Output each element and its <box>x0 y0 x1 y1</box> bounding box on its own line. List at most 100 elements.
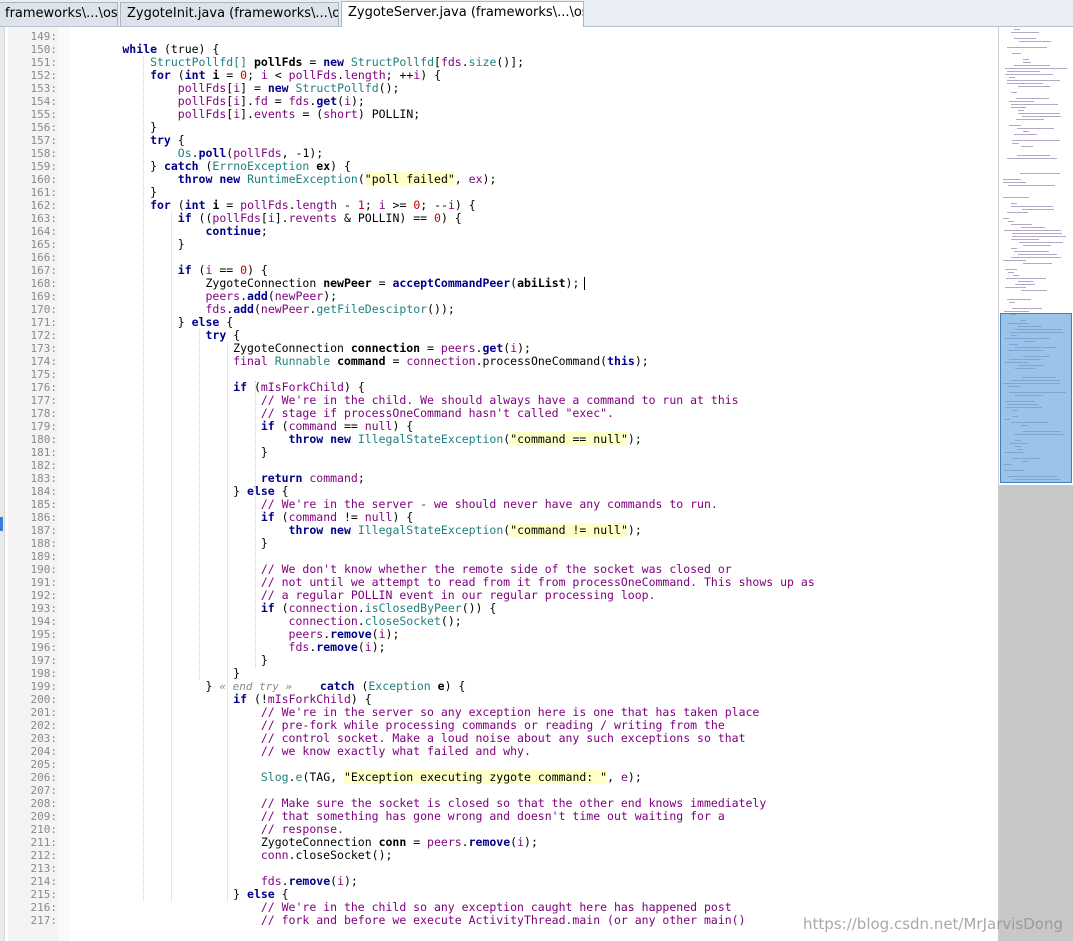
code-token: = <box>420 341 441 355</box>
code-line[interactable]: 165: } <box>0 238 998 252</box>
code-token: , <box>454 172 469 186</box>
line-number: 200: <box>30 693 58 706</box>
code-token: newPeer <box>260 302 310 316</box>
tab-os-file[interactable]: frameworks\...\os) <box>0 2 118 26</box>
code-token: throw <box>67 432 324 446</box>
editor-tab-bar: frameworks\...\os) ZygoteInit.java (fram… <box>0 0 1073 27</box>
minimap-viewport[interactable] <box>1000 313 1072 483</box>
code-token: , <box>607 770 621 784</box>
minimap-line <box>1003 179 1021 180</box>
code-line[interactable]: 181: } <box>0 445 998 460</box>
minimap-line <box>1012 53 1021 54</box>
minimap-line <box>1009 77 1015 78</box>
code-token: (); <box>440 614 462 628</box>
line-number: 182: <box>30 459 58 472</box>
line-number: 153: <box>30 82 58 95</box>
code-token: try <box>67 133 171 147</box>
code-token: int <box>184 68 206 82</box>
line-number: 171: <box>30 316 58 329</box>
tab-zygoteserver[interactable]: ZygoteServer.java (frameworks\...\os)× <box>341 1 584 27</box>
code-token: i <box>378 627 386 641</box>
line-number: 211: <box>30 836 58 849</box>
code-token: new <box>267 81 289 95</box>
code-token: this <box>607 354 635 368</box>
code-token: } <box>67 887 248 901</box>
code-token: catch <box>163 159 199 173</box>
code-token: "command != null" <box>510 523 628 537</box>
code-token: { <box>226 328 241 342</box>
code-token: = <box>302 55 324 69</box>
code-token: pollFds <box>67 81 227 95</box>
minimap-line <box>1021 227 1045 228</box>
tab-label: ZygoteServer.java (frameworks\...\os) <box>348 5 584 20</box>
code-token: RuntimeException <box>247 172 358 186</box>
code-token: else <box>247 484 275 498</box>
minimap-line <box>1023 263 1052 264</box>
code-line[interactable]: 188: } <box>0 537 998 551</box>
minimap-line <box>1004 230 1061 231</box>
code-token: = <box>219 198 241 212</box>
code-token: add <box>247 289 268 303</box>
code-line[interactable]: 212: conn.closeSocket(); <box>0 849 998 863</box>
code-token: events <box>253 107 296 121</box>
line-number: 217: <box>30 914 58 927</box>
minimap-line <box>1008 185 1055 186</box>
code-token: if <box>67 263 192 277</box>
code-token: while <box>67 42 158 56</box>
code-token: ErrnoException <box>212 159 310 173</box>
tab-zygoteinit[interactable]: ZygoteInit.java (frameworks\...\os) <box>120 2 339 26</box>
line-number: 205: <box>30 758 58 771</box>
line-number: 166: <box>30 251 58 264</box>
code-token: ; <box>364 198 379 212</box>
minimap-line <box>1022 116 1061 117</box>
line-number: 184: <box>30 485 58 498</box>
line-number: 185: <box>30 498 58 511</box>
code-token: . <box>461 835 469 849</box>
line-number: 175: <box>30 368 58 381</box>
code-token: new <box>323 55 344 69</box>
code-token: { <box>219 315 234 329</box>
code-token: i <box>447 198 455 212</box>
line-number: 162: <box>30 199 58 212</box>
minimap-line <box>1007 83 1043 84</box>
code-token: ( <box>354 679 369 693</box>
code-editor[interactable]: 149: 150: while (true) {151: StructPollfd… <box>0 27 998 941</box>
code-token: try <box>67 328 227 342</box>
code-area[interactable]: 149: 150: while (true) {151: StructPollfd… <box>0 27 998 941</box>
code-token: length <box>295 198 338 212</box>
code-token: } <box>67 445 268 459</box>
line-source: } <box>67 537 268 550</box>
code-token: // control socket. Make a loud noise abo… <box>67 731 746 745</box>
minimap-line <box>1012 140 1060 141</box>
code-line[interactable]: 204: // we know exactly what failed and … <box>0 745 998 759</box>
code-token: command <box>288 419 338 433</box>
minimap-line <box>1016 98 1049 99</box>
code-token: ; <box>247 68 261 82</box>
code-token: e <box>620 770 628 784</box>
code-line[interactable]: 206: Slog. e (TAG, "Exception executing zy… <box>0 770 998 784</box>
code-line[interactable]: 174: final Runnable command = connection… <box>0 354 998 369</box>
code-token: . <box>288 770 296 784</box>
line-number: 198: <box>30 667 58 680</box>
code-token: } <box>67 315 192 329</box>
code-token: // We're in the server - we should never… <box>67 497 718 511</box>
code-token: abiList <box>517 276 566 290</box>
minimap-line <box>1017 155 1050 156</box>
minimap-line <box>1005 287 1026 288</box>
minimap-line <box>1014 65 1050 66</box>
minimap-line <box>1011 248 1017 249</box>
line-number: 152: <box>30 69 58 82</box>
minimap-line <box>1015 284 1035 285</box>
minimap-line <box>1020 173 1060 174</box>
code-token: newPeer <box>274 289 324 303</box>
code-token: ); <box>565 276 580 290</box>
code-token: // not until we attempt to read from it … <box>67 575 815 589</box>
line-number: 165: <box>30 238 58 251</box>
code-minimap[interactable] <box>998 27 1073 941</box>
code-token: ] = <box>240 81 268 95</box>
minimap-line <box>1009 101 1034 102</box>
line-number: 170: <box>30 303 58 316</box>
line-number: 215: <box>30 888 58 901</box>
line-number: 216: <box>30 901 58 914</box>
code-token: connection <box>67 614 358 628</box>
